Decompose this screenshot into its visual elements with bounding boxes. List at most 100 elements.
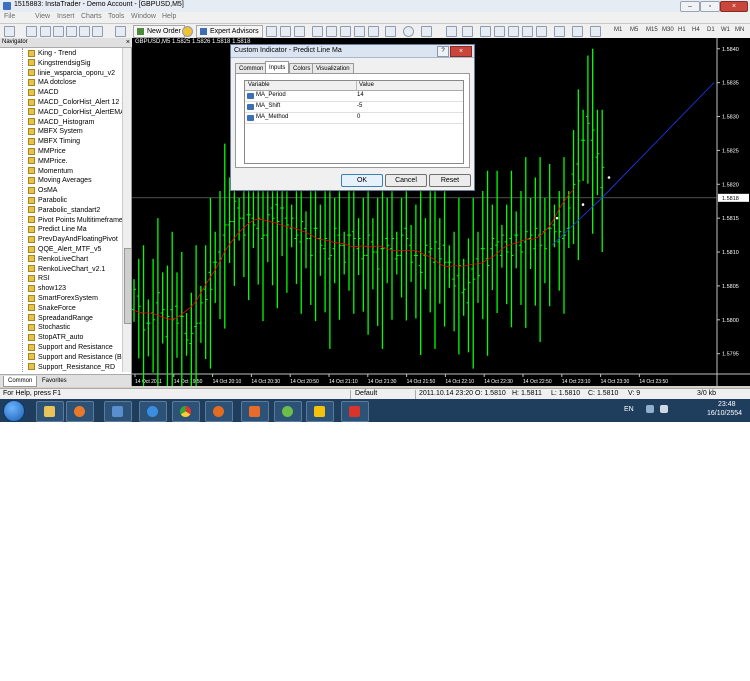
navigator-item[interactable]: MBFX System: [28, 127, 122, 137]
taskbar-messenger[interactable]: [274, 401, 302, 422]
label-tool-icon[interactable]: [572, 26, 583, 37]
navigator-item[interactable]: MBFX Timing: [28, 137, 122, 147]
reset-button[interactable]: Reset: [429, 174, 471, 187]
zoom-in-icon[interactable]: [312, 26, 323, 37]
taskbar-computer[interactable]: [104, 401, 132, 422]
navigator-item[interactable]: PrevDayAndFloatingPivot: [28, 235, 122, 245]
dialog-help-button[interactable]: ?: [437, 46, 449, 57]
vertical-line-icon[interactable]: [480, 26, 491, 37]
navigator-item[interactable]: Support and Resistance (Bar...: [28, 353, 122, 363]
cancel-button[interactable]: Cancel: [385, 174, 427, 187]
column-value[interactable]: Value: [359, 82, 374, 88]
navigator-item[interactable]: King - Trend: [28, 49, 122, 59]
timeframe-m5[interactable]: M5: [630, 27, 638, 33]
ok-button[interactable]: OK: [341, 174, 383, 187]
tray-time[interactable]: 23:48: [718, 401, 736, 408]
navigator-item[interactable]: Momentum: [28, 167, 122, 177]
navigator-item[interactable]: MACD_ColorHist_Alert 12 ...: [28, 98, 122, 108]
arrows-icon[interactable]: [590, 26, 601, 37]
bar-chart-icon[interactable]: [266, 26, 277, 37]
autoscroll-icon[interactable]: [354, 26, 365, 37]
timeframe-mn[interactable]: MN: [735, 27, 744, 33]
column-variable[interactable]: Variable: [248, 82, 270, 88]
menu-charts[interactable]: Charts: [81, 13, 102, 20]
text-tool-icon[interactable]: [554, 26, 565, 37]
zoom-out-icon[interactable]: [326, 26, 337, 37]
navigator-item[interactable]: MACD: [28, 88, 122, 98]
taskbar-firefox[interactable]: [205, 401, 233, 422]
channel-icon[interactable]: [522, 26, 533, 37]
terminal-icon[interactable]: [79, 26, 90, 37]
navigator-item[interactable]: MMPrice.: [28, 157, 122, 167]
navigator-item[interactable]: linie_wsparcia_oporu_v2: [28, 69, 122, 79]
navigator-item[interactable]: MMPrice: [28, 147, 122, 157]
variable-value[interactable]: -5: [357, 103, 362, 109]
navigator-item[interactable]: RenkoLiveChart: [28, 255, 122, 265]
cursor-icon[interactable]: [446, 26, 457, 37]
table-row[interactable]: MA_Shift -5: [245, 102, 463, 113]
table-row[interactable]: MA_Period 14: [245, 91, 463, 102]
variable-value[interactable]: 14: [357, 92, 364, 98]
table-row[interactable]: MA_Method 0: [245, 113, 463, 124]
navigator-item[interactable]: RenkoLiveChart_v2.1: [28, 265, 122, 275]
timeframe-w1[interactable]: W1: [721, 27, 730, 33]
menu-help[interactable]: Help: [162, 13, 176, 20]
tray-date[interactable]: 16/10/2554: [707, 410, 742, 417]
navigator-item[interactable]: Support_Resistance_RD: [28, 363, 122, 372]
taskbar-mail[interactable]: [241, 401, 269, 422]
menu-insert[interactable]: Insert: [57, 13, 75, 20]
menu-tools[interactable]: Tools: [108, 13, 124, 20]
navigator-item[interactable]: SnakeForce: [28, 304, 122, 314]
timeframe-m15[interactable]: M15: [646, 27, 658, 33]
navigator-item[interactable]: QQE_Alert_MTF_v5: [28, 245, 122, 255]
menu-window[interactable]: Window: [131, 13, 156, 20]
taskbar-explorer[interactable]: [36, 401, 64, 422]
line-chart-icon[interactable]: [294, 26, 305, 37]
minimize-button[interactable]: –: [680, 1, 700, 12]
navigator-item[interactable]: Parabolic: [28, 196, 122, 206]
tab-favorites[interactable]: Favorites: [38, 376, 71, 386]
tray-volume-icon[interactable]: [660, 405, 668, 413]
dialog-close-button[interactable]: ×: [450, 46, 472, 57]
trendline-icon[interactable]: [508, 26, 519, 37]
navigator-item[interactable]: MA dotclose: [28, 78, 122, 88]
new-chart-icon[interactable]: [4, 26, 15, 37]
navigator-scroll-thumb[interactable]: [124, 248, 132, 324]
crosshair-icon[interactable]: [462, 26, 473, 37]
timeframe-m30[interactable]: M30: [662, 27, 674, 33]
navigator-scrollbar[interactable]: [122, 48, 132, 372]
navigator-item[interactable]: Parabolic_standart2: [28, 206, 122, 216]
navigator-item[interactable]: Predict Line Ma: [28, 225, 122, 235]
maximize-button[interactable]: ▫: [700, 1, 720, 12]
candle-chart-icon[interactable]: [280, 26, 291, 37]
navigator-item[interactable]: StopATR_auto: [28, 333, 122, 343]
market-watch-icon[interactable]: [40, 26, 51, 37]
tab-common[interactable]: Common: [3, 376, 38, 387]
taskbar-warning-app[interactable]: [306, 401, 334, 422]
navigator-item[interactable]: OsMA: [28, 186, 122, 196]
navigator-item[interactable]: Pivot Points Multitimeframe: [28, 216, 122, 226]
chart-shift-icon[interactable]: [368, 26, 379, 37]
horizontal-line-icon[interactable]: [494, 26, 505, 37]
expert-advisors-button[interactable]: Expert Advisors: [196, 25, 263, 38]
navigator-item[interactable]: SpreadandRange: [28, 314, 122, 324]
tile-windows-icon[interactable]: [340, 26, 351, 37]
status-profile[interactable]: Default: [355, 390, 377, 397]
new-order-button[interactable]: New Order: [133, 25, 185, 38]
navigator-item[interactable]: MACD_Histogram: [28, 118, 122, 128]
navigator-icon[interactable]: [66, 26, 77, 37]
navigator-item[interactable]: show123: [28, 284, 122, 294]
profiles-icon[interactable]: [26, 26, 37, 37]
menu-view[interactable]: View: [35, 13, 50, 20]
timeframe-m1[interactable]: M1: [614, 27, 622, 33]
variable-value[interactable]: 0: [357, 114, 360, 120]
taskbar-media-player[interactable]: [66, 401, 94, 422]
periods-icon[interactable]: [403, 26, 414, 37]
metaeditor-icon[interactable]: [115, 26, 126, 37]
navigator-item[interactable]: Support and Resistance: [28, 343, 122, 353]
tray-network-icon[interactable]: [646, 405, 654, 413]
navigator-close-icon[interactable]: ×: [126, 38, 130, 47]
timeframe-h1[interactable]: H1: [678, 27, 686, 33]
tester-icon[interactable]: [92, 26, 103, 37]
tray-language[interactable]: EN: [624, 406, 634, 413]
